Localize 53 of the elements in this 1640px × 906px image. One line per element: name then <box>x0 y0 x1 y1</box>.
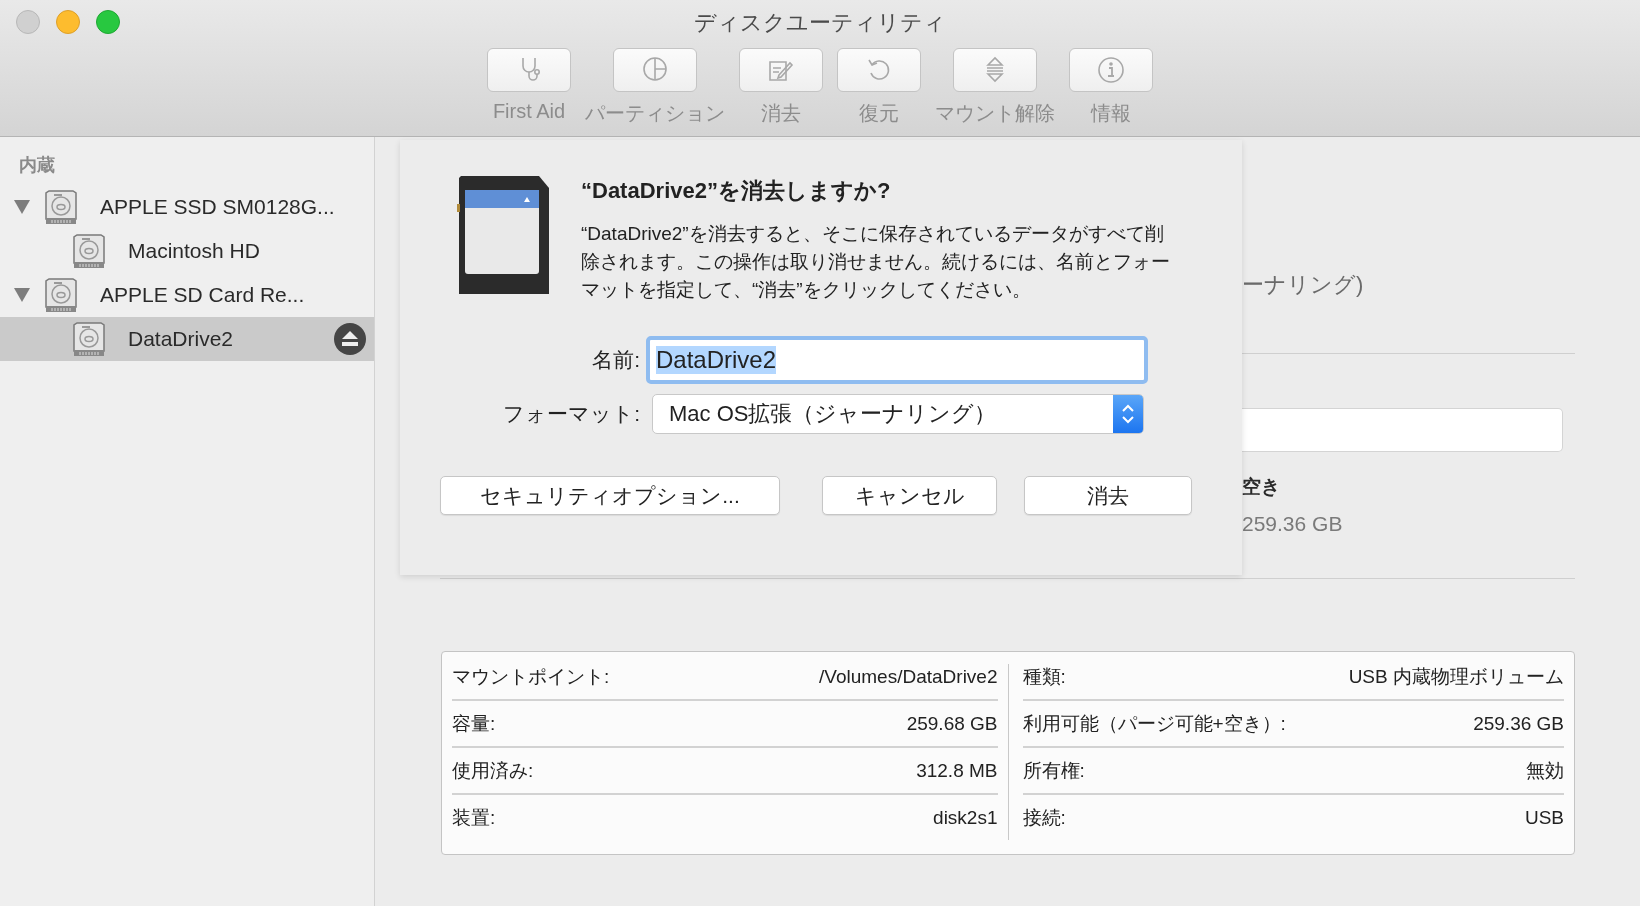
info-label: 使用済み: <box>452 758 535 783</box>
toolbar-label: 消去 <box>761 101 801 126</box>
info-label: 容量: <box>452 711 497 736</box>
info-value: USB <box>1524 806 1564 829</box>
info-value: USB 内蔵物理ボリューム <box>1348 664 1564 689</box>
eject-icon[interactable] <box>334 323 366 355</box>
disk-drive-icon <box>72 233 106 269</box>
format-text: ーナリング) <box>1242 272 1364 297</box>
name-label: 名前: <box>591 347 640 373</box>
sidebar-item[interactable]: Macintosh HD <box>0 229 374 273</box>
dialog-button[interactable]: キャンセル <box>822 476 997 515</box>
dialog-button[interactable]: 消去 <box>1024 476 1192 515</box>
toolbar-label: パーティション <box>585 101 725 126</box>
free-space-value: 259.36 GB <box>1242 512 1343 535</box>
close-button[interactable] <box>16 10 40 34</box>
sidebar-item[interactable]: DataDrive2 <box>0 317 374 361</box>
disk-drive-icon <box>44 189 78 225</box>
minimize-button[interactable] <box>56 10 80 34</box>
info-label: 利用可能（パージ可能+空き）: <box>1022 711 1287 736</box>
info-icon <box>1097 56 1125 84</box>
disclosure-triangle-icon[interactable] <box>14 288 30 302</box>
window-title: ディスクユーティリティ <box>694 10 946 35</box>
disk-drive-icon <box>72 321 106 357</box>
dialog-button[interactable]: セキュリティオプション... <box>440 476 780 515</box>
info-value: disk2s1 <box>933 806 998 829</box>
up-down-chevron-icon <box>1121 402 1135 426</box>
info-value: 259.68 GB <box>906 712 998 735</box>
info-label: マウントポイント: <box>452 664 611 689</box>
name-field[interactable]: DataDrive2 <box>646 336 1148 384</box>
info-label: 装置: <box>452 805 497 830</box>
toolbar-label: マウント解除 <box>935 101 1055 126</box>
info-value: 259.36 GB <box>1473 712 1564 735</box>
disk-drive-icon <box>44 277 78 313</box>
info-value: 312.8 MB <box>916 759 998 782</box>
sidebar-item[interactable]: APPLE SD Card Re... <box>0 273 374 317</box>
info-value: 無効 <box>1526 758 1564 783</box>
info-label: 所有権: <box>1022 758 1086 783</box>
info-value: /Volumes/DataDrive2 <box>819 665 998 688</box>
sidebar-item[interactable]: APPLE SSD SM0128G... <box>0 185 374 229</box>
toolbar-label: First Aid <box>492 100 566 123</box>
info-label: 種類: <box>1022 664 1067 689</box>
info-label: 接続: <box>1022 805 1067 830</box>
format-label: フォーマット: <box>502 401 640 427</box>
toolbar-label: 情報 <box>1091 101 1131 126</box>
format-popup[interactable]: Mac OS拡張（ジャーナリング） <box>652 394 1144 434</box>
free-space-label: 空き <box>1242 476 1280 497</box>
zoom-button[interactable] <box>96 10 120 34</box>
dialog-title: “DataDrive2”を消去しますか? <box>581 177 892 205</box>
dialog-message: “DataDrive2”を消去すると、そこに保存されているデータがすべて削除されます。この操作は取り消せません。続けるには、名前とフォーマットを指定して、“消去”をクリックしてください。 <box>581 222 1171 302</box>
pie-chart-icon <box>641 56 669 84</box>
disclosure-triangle-icon[interactable] <box>14 200 30 214</box>
toolbar-label: 復元 <box>859 101 899 126</box>
section-header: 内蔵 <box>19 155 55 175</box>
